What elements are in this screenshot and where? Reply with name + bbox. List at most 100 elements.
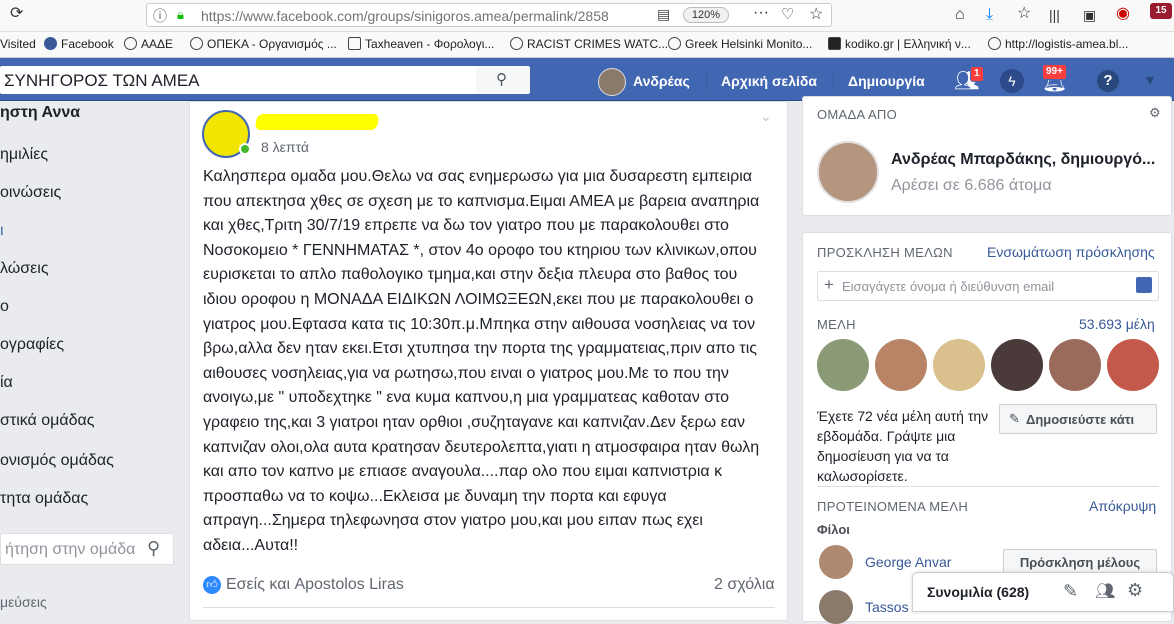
avatar[interactable]: [598, 68, 626, 96]
suggested-member-name[interactable]: Tassos: [865, 599, 909, 615]
member-avatar[interactable]: [933, 339, 985, 391]
address-bar[interactable]: ⓘ 🔒︎ https://www.facebook.com/groups/sin…: [146, 3, 832, 27]
settings-icon[interactable]: ⚙︎: [1149, 105, 1161, 121]
fb-search-input[interactable]: ΣΥΝΗΓΟΡΟΣ ΤΩΝ ΑΜΕΑ: [0, 66, 476, 94]
create-link[interactable]: Δημιουργία: [848, 73, 925, 89]
nav-item[interactable]: τητα ομάδας: [0, 490, 88, 508]
bookmarks-bar: Visited Facebook ΑΑΔΕ ΟΠΕΚΑ - Οργανισμός…: [0, 32, 1174, 58]
redacted-author-name: [254, 114, 380, 130]
home-link[interactable]: Αρχική σελίδα: [721, 73, 817, 89]
post-timestamp[interactable]: 8 λεπτά: [261, 139, 309, 155]
bookmark-label: RACIST CRIMES WATC...: [527, 37, 669, 51]
nav-item[interactable]: ημιλίες: [0, 146, 48, 164]
download-icon[interactable]: ⤓: [986, 5, 993, 25]
nav-item[interactable]: ο: [0, 298, 9, 316]
group-admin-card: ΟΜΑΔΑ ΑΠΟ ⚙︎ Ανδρέας Μπαρδάκης, δημιουργ…: [802, 96, 1172, 216]
reload-icon[interactable]: ⟳: [10, 4, 23, 24]
new-message-icon[interactable]: ✎: [1063, 581, 1078, 602]
like-reaction-icon[interactable]: 👍︎: [203, 576, 221, 594]
pencil-icon: ✎: [1009, 411, 1020, 426]
notifications-badge: 99+: [1042, 64, 1067, 80]
nav-item[interactable]: ία: [0, 374, 13, 392]
post-options-icon[interactable]: ⌄: [760, 108, 772, 125]
invite-email-input[interactable]: + Εισαγάγετε όνομα ή διεύθυνση email: [817, 271, 1159, 301]
more-actions-icon[interactable]: ···: [753, 4, 769, 22]
bookmark-item[interactable]: Taxheaven - Φορολογι...: [348, 37, 494, 51]
comments-count[interactable]: 2 σχόλια: [714, 576, 775, 594]
contacts-icon[interactable]: [1136, 277, 1152, 293]
bookmark-item[interactable]: kodiko.gr | Ελληνική ν...: [828, 37, 971, 51]
admin-avatar[interactable]: [817, 141, 879, 203]
nav-item[interactable]: στικά ομάδας: [0, 412, 94, 430]
write-post-button[interactable]: ✎ Δημοσιεύστε κάτι: [999, 404, 1157, 434]
bookmark-item[interactable]: Visited: [0, 37, 36, 51]
divider: [706, 71, 707, 91]
card-heading: ΠΡΟΤΕΙΝΟΜΕΝΑ ΜΕΛΗ: [817, 499, 969, 514]
nav-item[interactable]: ονισμός ομάδας: [0, 452, 114, 470]
extension-badge[interactable]: 15: [1150, 3, 1172, 19]
member-avatar[interactable]: [1049, 339, 1101, 391]
globe-icon: [988, 37, 1001, 50]
page-likes: Αρέσει σε 6.686 άτομα: [891, 177, 1052, 194]
search-button[interactable]: ⚲: [476, 66, 530, 94]
bookmark-item[interactable]: Greek Helsinki Monito...: [668, 37, 812, 51]
info-icon[interactable]: ⓘ: [153, 6, 167, 26]
post-card: 8 λεπτά ⌄ Καλησπερα ομαδα μου.Θελω να σα…: [189, 101, 788, 621]
hide-link[interactable]: Απόκρυψη: [1089, 498, 1156, 514]
admin-name[interactable]: Ανδρέας Μπαρδάκης, δημιουργό...: [891, 151, 1155, 169]
lock-icon: 🔒︎: [177, 7, 184, 22]
member-avatar[interactable]: [1107, 339, 1159, 391]
embed-invite-link[interactable]: Ενσωμάτωση πρόσκλησης: [987, 244, 1155, 260]
messenger-icon[interactable]: ϟ: [1000, 69, 1024, 93]
suggested-avatar[interactable]: [819, 545, 853, 579]
bookmark-item[interactable]: ΟΠΕΚΑ - Οργανισμός ...: [190, 37, 337, 51]
chat-label[interactable]: Συνομιλία (628): [927, 584, 1029, 600]
home-icon[interactable]: ⌂: [955, 5, 965, 25]
members-count-link[interactable]: 53.693 μέλη: [1079, 316, 1155, 332]
nav-item[interactable]: λώσεις: [0, 260, 49, 278]
reader-view-icon[interactable]: ▤: [657, 6, 670, 23]
reactions-summary[interactable]: Εσείς και Apostolos Liras: [226, 576, 404, 594]
member-avatar[interactable]: [875, 339, 927, 391]
gear-icon[interactable]: ⚙︎: [1127, 580, 1143, 601]
bookmark-label: Greek Helsinki Monito...: [685, 37, 813, 51]
pocket-icon[interactable]: ♡: [781, 5, 794, 23]
bookmark-item[interactable]: http://logistis-amea.bl...: [988, 37, 1128, 51]
suggested-avatar[interactable]: [819, 590, 853, 624]
divider: [817, 486, 1159, 487]
members-card: ΠΡΟΣΚΛΗΣΗ ΜΕΛΩΝ Ενσωμάτωση πρόσκλησης + …: [802, 232, 1172, 624]
browser-toolbar: ⟳ ⓘ 🔒︎ https://www.facebook.com/groups/s…: [0, 0, 1174, 32]
kodiko-icon: [828, 37, 841, 50]
library-icon[interactable]: |||: [1049, 5, 1060, 25]
member-avatar[interactable]: [817, 339, 869, 391]
divider: [833, 71, 834, 91]
extension-icon[interactable]: ◉: [1116, 4, 1130, 24]
nav-item[interactable]: οινώσεις: [0, 184, 61, 202]
bookmark-item[interactable]: RACIST CRIMES WATC...: [510, 37, 668, 51]
bookmark-label: Taxheaven - Φορολογι...: [365, 37, 495, 51]
bookmark-item[interactable]: ΑΑΔΕ: [124, 37, 173, 51]
post-text: Καλησπερα ομαδα μου.Θελω να σας ενημερωσ…: [203, 168, 760, 554]
nav-item[interactable]: ογραφίες: [0, 336, 64, 354]
group-name-link[interactable]: ηστη Αννα: [0, 104, 80, 122]
zoom-level[interactable]: 120%: [683, 7, 729, 23]
sidebar-icon[interactable]: ▣: [1083, 5, 1096, 25]
globe-icon: [124, 37, 137, 50]
nav-item[interactable]: ι: [0, 222, 4, 240]
group-search-input[interactable]: ήτηση στην ομάδα ⚲: [0, 533, 174, 565]
bookmark-item[interactable]: Facebook: [44, 37, 114, 51]
write-post-label: Δημοσιεύστε κάτι: [1026, 412, 1135, 427]
help-icon[interactable]: ?: [1097, 70, 1119, 92]
bookmark-icon[interactable]: ☆: [1017, 4, 1031, 24]
profile-link[interactable]: Ανδρέας: [633, 73, 690, 89]
search-icon[interactable]: ⚲: [147, 538, 160, 559]
create-group-icon[interactable]: 👥︎: [1095, 581, 1115, 601]
bookmark-label: http://logistis-amea.bl...: [1005, 37, 1129, 51]
bookmark-star-icon[interactable]: ☆: [809, 4, 823, 24]
invite-placeholder: Εισαγάγετε όνομα ή διεύθυνση email: [842, 279, 1055, 294]
chevron-down-icon[interactable]: ▼: [1143, 72, 1157, 88]
member-avatar[interactable]: [991, 339, 1043, 391]
chat-bar[interactable]: Συνομιλία (628) ✎ 👥︎ ⚙︎: [912, 572, 1174, 612]
nav-section-label: μεύσεις: [0, 594, 47, 610]
suggested-member-name[interactable]: George Anvar: [865, 554, 951, 570]
